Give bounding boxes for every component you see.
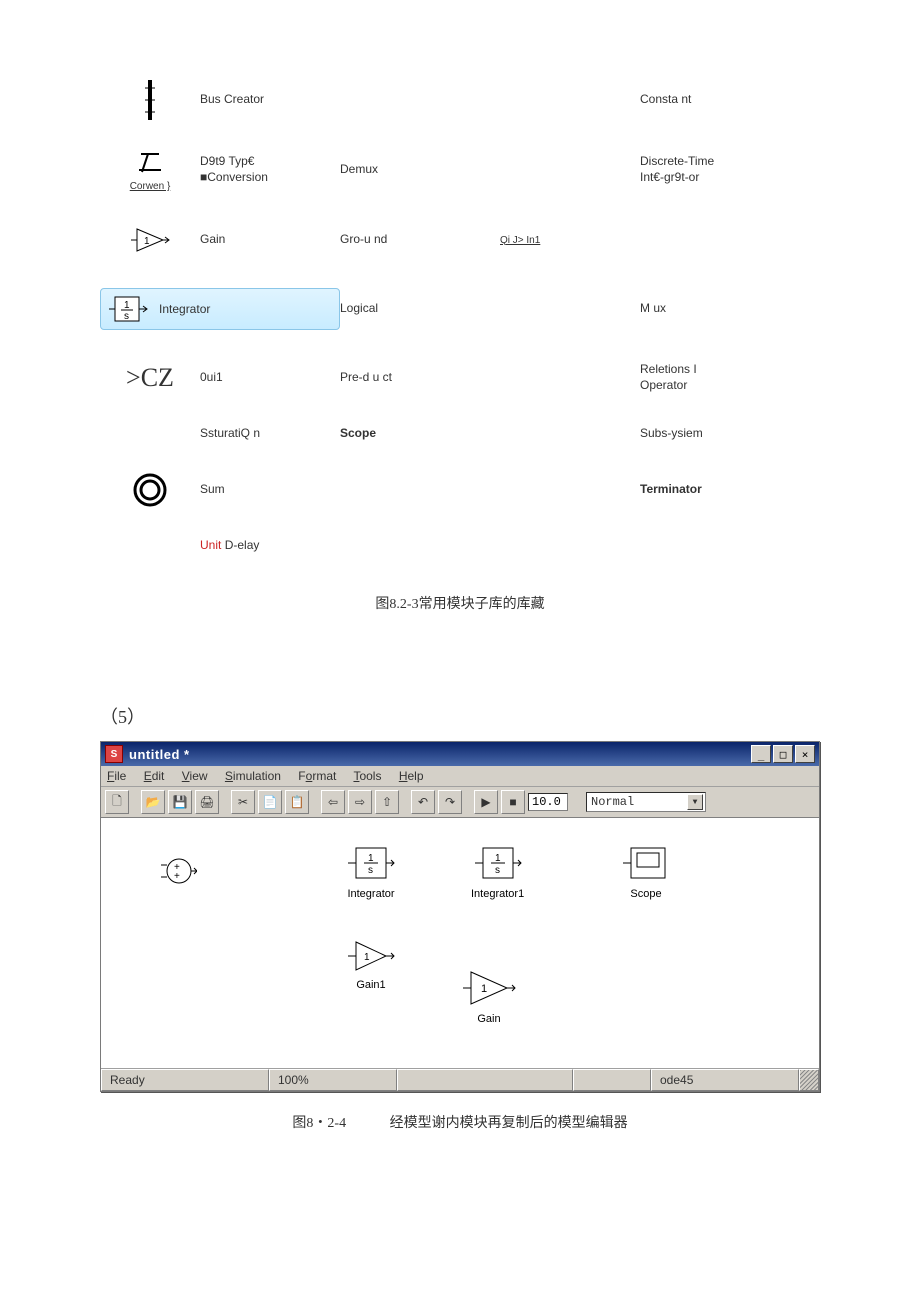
data-type-conversion-icon: Corwen } xyxy=(100,148,200,192)
menu-file[interactable]: File xyxy=(107,769,126,783)
menu-tools[interactable]: Tools xyxy=(353,769,381,783)
svg-text:1: 1 xyxy=(368,853,374,864)
up-button[interactable]: ⇧ xyxy=(375,790,399,814)
forward-button[interactable]: ⇨ xyxy=(348,790,372,814)
cut-button[interactable]: ✂ xyxy=(231,790,255,814)
bus-creator-icon xyxy=(100,80,200,120)
svg-text:+: + xyxy=(174,871,180,882)
gain1-block-label: Gain1 xyxy=(346,979,396,991)
menu-edit[interactable]: Edit xyxy=(144,769,165,783)
sum-label: Sum xyxy=(200,482,340,498)
subsystem-label: Subs-ysiem xyxy=(640,426,780,442)
toolbar: 🗋 📂 💾 🖨 ✂ 📄 📋 ⇦ ⇨ ⇧ ↶ ↷ ▶ ■ Normal ▼ xyxy=(101,787,819,818)
svg-text:1: 1 xyxy=(364,952,370,963)
stop-button[interactable]: ■ xyxy=(501,790,525,814)
scope-library-label: Scope xyxy=(340,426,500,442)
status-ready: Ready xyxy=(101,1069,269,1091)
out1-label: 0ui1 xyxy=(200,370,340,386)
logical-label: Logical xyxy=(340,301,500,317)
mode-select[interactable]: Normal ▼ xyxy=(586,792,706,812)
close-button[interactable]: × xyxy=(795,745,815,763)
discrete-time-integrator-label: Discrete-Time Int€-gr9t-or xyxy=(640,154,780,185)
integrator-block-label: Integrator xyxy=(346,888,396,900)
svg-text:s: s xyxy=(495,865,500,876)
section-number: （5） xyxy=(100,703,820,729)
integrator1-block[interactable]: 1s xyxy=(473,843,523,883)
minimize-button[interactable]: _ xyxy=(751,745,771,763)
gain1-block[interactable]: 1 xyxy=(346,938,396,974)
paste-button[interactable]: 📋 xyxy=(285,790,309,814)
block-library-grid: Bus Creator Consta nt Corwen } D9t9 Typ€… xyxy=(100,80,820,553)
gain-block-label: Gain xyxy=(461,1013,517,1025)
gain-icon: 1 xyxy=(100,220,200,260)
back-button[interactable]: ⇦ xyxy=(321,790,345,814)
maximize-button[interactable]: □ xyxy=(773,745,793,763)
menu-format[interactable]: Format xyxy=(298,769,336,783)
corwen-sublabel: Corwen } xyxy=(100,181,200,192)
ground-label: Gro-u nd xyxy=(340,232,500,248)
open-button[interactable]: 📂 xyxy=(141,790,165,814)
gain-label: Gain xyxy=(200,232,340,248)
window-titlebar: S untitled * _ □ × xyxy=(101,742,819,766)
integrator1-block-label: Integrator1 xyxy=(471,888,524,900)
app-icon: S xyxy=(105,745,123,763)
bus-creator-label: Bus Creator xyxy=(200,92,340,108)
svg-text:s: s xyxy=(124,311,129,322)
integrator-block-selected[interactable]: 1s Integrator xyxy=(100,288,340,330)
terminator-label: Terminator xyxy=(640,482,780,498)
print-button[interactable]: 🖨 xyxy=(195,790,219,814)
figure-caption-1: 图8.2-3常用模块子库的库藏 xyxy=(100,593,820,613)
svg-text:1: 1 xyxy=(144,236,150,247)
demux-label: Demux xyxy=(340,162,500,178)
resize-grip[interactable] xyxy=(799,1069,819,1091)
svg-text:1: 1 xyxy=(124,300,130,311)
save-button[interactable]: 💾 xyxy=(168,790,192,814)
figure-caption-2: 图8・2-4 经模型谢内模块再复制后的模型编辑器 xyxy=(100,1112,820,1132)
model-canvas[interactable]: + + 1s Integrator 1s Integrator1 Scope 1 xyxy=(101,818,819,1069)
run-button[interactable]: ▶ xyxy=(474,790,498,814)
integrator-block[interactable]: 1s xyxy=(346,843,396,883)
out1-icon: >CZ xyxy=(100,358,200,398)
mode-select-value: Normal xyxy=(591,795,634,809)
sum-icon xyxy=(100,470,200,510)
copy-button[interactable]: 📄 xyxy=(258,790,282,814)
constant-label: Consta nt xyxy=(640,92,780,108)
saturation-label: SsturatiQ n xyxy=(200,426,340,442)
menu-view[interactable]: View xyxy=(182,769,208,783)
simulink-window: S untitled * _ □ × File Edit View Simula… xyxy=(100,741,820,1092)
gain-block[interactable]: 1 xyxy=(461,968,517,1008)
status-solver: ode45 xyxy=(651,1069,799,1091)
menu-help[interactable]: Help xyxy=(399,769,424,783)
chevron-down-icon[interactable]: ▼ xyxy=(687,794,703,810)
menu-bar: File Edit View Simulation Format Tools H… xyxy=(101,766,819,787)
unit-delay-label: Unit D-elay xyxy=(200,538,340,554)
menu-simulation[interactable]: Simulation xyxy=(225,769,281,783)
undo-button[interactable]: ↶ xyxy=(411,790,435,814)
svg-text:1: 1 xyxy=(495,853,501,864)
redo-button[interactable]: ↷ xyxy=(438,790,462,814)
new-button[interactable]: 🗋 xyxy=(105,790,129,814)
mux-label: M ux xyxy=(640,301,780,317)
stop-time-input[interactable] xyxy=(528,793,568,811)
relational-operator-label: Reletions I Operator xyxy=(640,362,780,393)
data-type-conversion-label: D9t9 Typ€ ■Conversion xyxy=(200,154,340,185)
scope-block-label: Scope xyxy=(621,888,671,900)
window-title: untitled * xyxy=(129,747,751,762)
scope-block[interactable] xyxy=(621,843,671,883)
svg-text:1: 1 xyxy=(481,983,487,995)
sum-block-icon[interactable]: + + xyxy=(161,853,197,889)
status-bar: Ready 100% ode45 xyxy=(101,1069,819,1091)
integrator-label: Integrator xyxy=(159,302,210,316)
product-label: Pre-d u ct xyxy=(340,370,500,386)
svg-text:s: s xyxy=(368,865,373,876)
in1-label: Qi J> In1 xyxy=(500,234,640,247)
status-zoom: 100% xyxy=(269,1069,397,1091)
